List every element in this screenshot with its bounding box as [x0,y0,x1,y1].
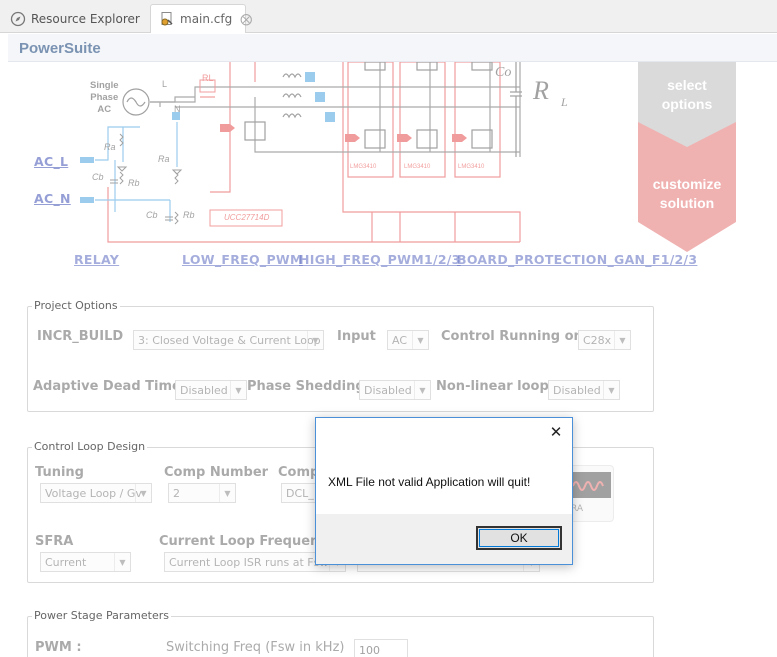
tab-resource-explorer[interactable]: Resource Explorer [2,4,148,33]
adaptive-dead-time-select[interactable]: Disabled ▼ [175,380,247,400]
control-running-label: Control Running on [441,329,583,344]
chevron-down-icon: ▼ [414,381,430,399]
terminal-ac-n[interactable]: AC_N [34,191,71,206]
phase-shedding-select[interactable]: Disabled ▼ [359,380,431,400]
nonlinear-loop-select[interactable]: Disabled ▼ [548,380,620,400]
config-file-icon [159,11,175,27]
link-board-protection[interactable]: BOARD_PROTECTION_GAN_F1/2/3 [457,252,697,267]
pin-cb-2: Cb [146,210,158,220]
incr-build-select[interactable]: 3: Closed Voltage & Current Loop ▼ [133,330,324,350]
switching-freq-label: Switching Freq (Fsw in kHz) [166,640,345,655]
chevron-down-icon: ▼ [307,331,323,349]
comp-number-label: Comp Number [164,465,269,480]
pin-rb-2: Rb [183,210,195,220]
dialog-message: XML File not valid Application will quit… [328,475,531,489]
error-dialog: ✕ XML File not valid Application will qu… [315,417,573,565]
editor-tabbar: Resource Explorer main.cfg ⨂ [0,0,777,33]
main-content: Single Phase AC L N RL Ra Rb Cb Ra Rb Cb… [0,62,777,657]
current-loop-frequency-label: Current Loop Frequency [159,534,336,549]
tab-main-cfg[interactable]: main.cfg ⨂ [150,4,252,33]
link-relay[interactable]: RELAY [74,252,119,267]
sfra-badge[interactable]: RA [566,465,614,522]
nonlinear-loop-label: Non-linear loop [436,379,549,394]
pin-l: L [162,79,168,89]
comp-value: DCL_ [286,487,314,500]
control-loop-legend: Control Loop Design [32,440,148,453]
nonlinear-loop-value: Disabled [553,384,601,397]
power-stage-legend: Power Stage Parameters [32,609,171,622]
pin-cb: Cb [92,172,104,182]
load-resistor-subscript: L [561,95,568,109]
chevron-down-icon: ▼ [412,331,428,349]
control-running-select[interactable]: C28x ▼ [578,330,631,350]
sfra-label: SFRA [35,534,74,549]
chevron-down-icon: ▼ [114,553,130,571]
tuning-label: Tuning [35,465,84,480]
phase-shedding-label: Phase Shedding [247,379,365,394]
control-running-value: C28x [583,334,612,347]
dialog-footer: OK [316,514,572,564]
comp-number-select[interactable]: 2 ▼ [168,483,236,503]
pin-n: N [174,104,181,114]
driver-ic-label: UCC27714D [224,213,270,222]
comp-label: Comp [278,465,320,480]
sfra-value: Current [45,556,87,569]
fet-ic-label-1: LMG3410 [350,164,377,170]
adaptive-dead-time-label: Adaptive Dead Time [33,379,181,394]
close-tab-icon[interactable]: ⨂ [240,12,252,26]
app-title: PowerSuite [19,40,101,57]
ac-source-label: Single Phase AC [90,80,119,115]
sfra-select[interactable]: Current ▼ [40,552,131,572]
incr-build-value: 3: Closed Voltage & Current Loop [138,334,321,347]
phase-shedding-value: Disabled [364,384,412,397]
chevron-down-icon: ▼ [614,331,630,349]
incr-build-label: INCR_BUILD [37,329,124,344]
link-high-freq-pwm[interactable]: HIGH_FREQ_PWM1/2/3 [299,252,461,267]
pin-ra-2: Ra [158,154,170,164]
pwm-label: PWM : [35,640,82,655]
tab-label: main.cfg [180,12,233,26]
adaptive-dead-time-value: Disabled [180,384,228,397]
app-header: PowerSuite [8,34,777,62]
tuning-value: Voltage Loop / Gv [45,487,142,500]
current-loop-frequency-value: Current Loop ISR runs at Fsw [169,556,329,569]
switching-freq-input[interactable]: 100 [354,639,408,657]
pin-ra: Ra [104,142,116,152]
tab-label: Resource Explorer [31,11,140,26]
fet-ic-label-3: LMG3410 [458,164,485,170]
chevron-down-icon: ▼ [603,381,619,399]
input-label: Input [337,329,376,344]
fet-ic-label-2: LMG3410 [404,164,431,170]
pin-rb: Rb [128,178,140,188]
customize-solution-panel[interactable]: customize solution [637,175,737,213]
ok-button[interactable]: OK [476,526,562,550]
schematic-diagram: Single Phase AC L N RL Ra Rb Cb Ra Rb Cb… [0,62,777,257]
sfra-waveform-icon [571,472,611,498]
compass-icon [10,11,26,27]
chevron-down-icon: ▼ [135,484,151,502]
chevron-down-icon: ▼ [230,381,246,399]
load-resistor-label: R [533,76,549,105]
chevron-down-icon: ▼ [219,484,235,502]
close-icon[interactable]: ✕ [546,422,566,442]
select-options-panel[interactable]: select options [637,76,737,114]
project-options-legend: Project Options [32,299,120,312]
link-low-freq-pwm[interactable]: LOW_FREQ_PWM [182,252,303,267]
cap-out-label: Co [495,65,512,80]
tuning-select[interactable]: Voltage Loop / Gv ▼ [40,483,152,503]
input-select[interactable]: AC ▼ [387,330,429,350]
comp-number-value: 2 [173,487,180,500]
input-value: AC [392,334,408,347]
relay-pin: RL [202,73,214,83]
terminal-ac-l[interactable]: AC_L [34,154,68,169]
